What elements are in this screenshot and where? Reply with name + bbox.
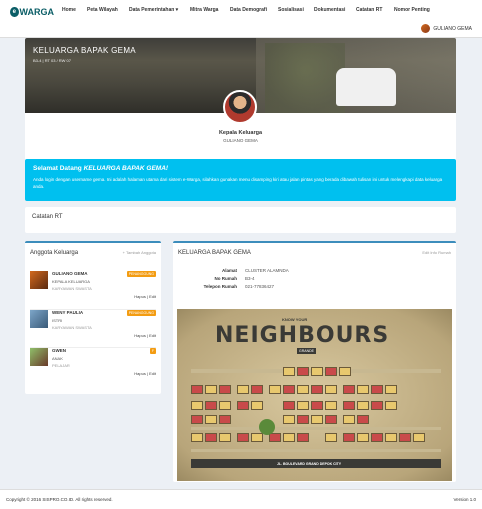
version-text: Version 1.0 [453,497,476,502]
member-name: GWEN [52,348,66,353]
family-info-box: KELUARGA BAPAK GEMA Edit Info Rumah Alam… [173,241,456,482]
anggota-title: Anggota Keluarga [30,250,79,256]
user-avatar [421,24,431,33]
nav-home[interactable]: Home [62,7,76,13]
family-address: B3-4 | RT 03 / RW 07 [33,58,71,63]
member-item: GULIANO GEMA KEPALA KELUARGA KARYAWAN SW… [30,271,158,307]
member-badge: F [149,348,156,354]
welcome-callout: Selamat Datang KELUARGA BAPAK GEMA! Anda… [25,159,456,201]
catatan-rt-box: Catatan RT [25,207,456,233]
member-job: PELAJAR [52,363,70,368]
app-logo[interactable]: e WARGA [10,6,54,17]
user-name: GULIANO GEMA [433,25,472,32]
member-relation: ANAK [52,356,63,361]
footer: Copyright © 2016 SISPRO.CO.ID. All right… [0,489,482,509]
info-title: KELUARGA BAPAK GEMA [178,250,251,256]
logo-icon: e [10,6,19,17]
edit-info-button[interactable]: Edit Info Rumah [422,250,451,255]
edit-member-button[interactable]: Edit [149,333,156,338]
nav-data-pemerintahan[interactable]: Data Pemerintahan ▾ [129,7,178,13]
top-navbar: e WARGA Home Peta Wilayah Data Pemerinta… [0,0,482,38]
member-actions: Hapus | Edit [134,371,156,376]
welcome-title: Selamat Datang KELUARGA BAPAK GEMA! [33,165,169,172]
catatan-title: Catatan RT [32,214,63,220]
head-role: Kepala Keluarga [218,130,263,136]
anggota-box: Anggota Keluarga + Tambah Anggota GULIAN… [25,241,161,394]
welcome-text: Anda login dengan username gema. Ini ada… [33,177,443,189]
member-job: KARYAWAN SWASTA [52,325,92,330]
member-photo [30,271,48,289]
member-relation: ISTRI [52,318,63,323]
logo-text: WARGA [19,6,55,17]
park-icon [259,419,275,435]
nav-mitra-warga[interactable]: Mitra Warga [190,7,218,13]
alamat-value: CLUSTER ALAMNDA [245,268,289,273]
nav-peta-wilayah[interactable]: Peta Wilayah [87,7,118,13]
member-actions: Hapus | Edit [134,294,156,299]
member-item: GWEN ANAK PELAJAR F Hapus | Edit [30,348,158,384]
telepon-label: Telepon Rumah [203,284,237,289]
delete-member-button[interactable]: Hapus [134,371,146,376]
member-badge: PENANGGUNG [126,271,156,277]
map-tagline: JL. BOULEVARD GRAND DEPOK CITY [277,462,342,466]
nav-data-demografi[interactable]: Data Demografi [230,7,267,13]
delete-member-button[interactable]: Hapus [134,294,146,299]
delete-member-button[interactable]: Hapus [134,333,146,338]
member-name: WENY PAULIA [52,310,84,315]
member-photo [30,310,48,328]
map-title: NEIGHBOURS [215,323,390,348]
member-job: KARYAWAN SWASTA [52,286,92,291]
member-actions: Hapus | Edit [134,333,156,338]
member-photo [30,348,48,366]
map-badge: GRANDE [297,348,316,354]
member-relation: KEPALA KELUARGA [52,279,90,284]
no-rumah-value: B3-4 [245,276,255,281]
edit-member-button[interactable]: Edit [149,371,156,376]
nav-dokumentasi[interactable]: Dokumentasi [314,7,345,13]
head-name: GULIANO GEMA [223,138,258,143]
nav-nomor-penting[interactable]: Nomor Penting [394,7,430,13]
alamat-label: Alamat [221,268,237,273]
family-title: KELUARGA BAPAK GEMA [33,46,136,55]
nav-sosialisasi[interactable]: Sosialisasi [278,7,304,13]
member-badge: PENANGGUNG [126,310,156,316]
copyright-text: Copyright © 2016 SISPRO.CO.ID. All right… [6,497,113,502]
no-rumah-label: No Rumah [214,276,238,281]
map-know-label: KNOW YOUR [282,317,308,322]
neighbourhood-map: KNOW YOUR NEIGHBOURS GRANDE JL. BOULEVAR… [177,309,452,481]
member-item: WENY PAULIA ISTRI KARYAWAN SWASTA PENANG… [30,310,158,346]
member-name: GULIANO GEMA [52,271,88,276]
head-avatar [223,90,257,124]
edit-member-button[interactable]: Edit [149,294,156,299]
user-menu[interactable]: GULIANO GEMA [421,24,472,33]
add-member-button[interactable]: + Tambah Anggota [123,250,156,255]
nav-catatan-rt[interactable]: Catatan RT [356,7,382,13]
telepon-value: 021-77836427 [245,284,275,289]
